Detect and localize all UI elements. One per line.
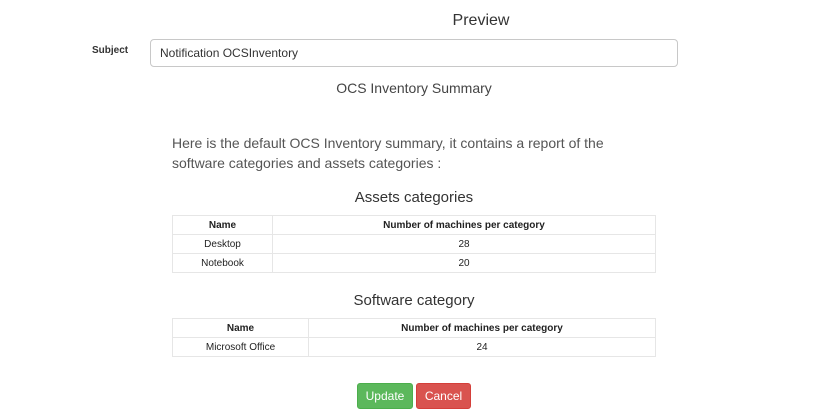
category-name-cell: Desktop xyxy=(172,234,273,254)
summary-heading: OCS Inventory Summary xyxy=(336,80,492,96)
subject-label: Subject xyxy=(92,45,129,56)
table-row: Desktop 28 xyxy=(172,234,656,254)
column-header-count: Number of machines per category xyxy=(272,215,656,235)
table-row: Microsoft Office 24 xyxy=(172,337,656,357)
assets-categories-table: Name Number of machines per category Des… xyxy=(172,215,656,273)
notification-preview-page: Preview Subject OCS Inventory Summary He… xyxy=(0,0,828,420)
column-header-count: Number of machines per category xyxy=(308,318,656,338)
software-category-table: Name Number of machines per category Mic… xyxy=(172,318,656,357)
update-button[interactable]: Update xyxy=(357,383,413,409)
preview-title-wrap: Preview xyxy=(0,12,828,30)
assets-categories-title: Assets categories xyxy=(354,189,474,206)
machine-count-cell: 20 xyxy=(272,253,656,273)
preview-title: Preview xyxy=(452,12,510,29)
category-name-cell: Notebook xyxy=(172,253,273,273)
subject-input[interactable] xyxy=(150,39,678,67)
cancel-button[interactable]: Cancel xyxy=(416,383,471,409)
table-row: Notebook 20 xyxy=(172,253,656,273)
table-header-row: Name Number of machines per category xyxy=(172,215,656,235)
machine-count-cell: 24 xyxy=(308,337,656,357)
machine-count-cell: 28 xyxy=(272,234,656,254)
table-header-row: Name Number of machines per category xyxy=(172,318,656,338)
column-header-name: Name xyxy=(172,215,273,235)
summary-intro-text: Here is the default OCS Inventory summar… xyxy=(172,135,604,171)
category-name-cell: Microsoft Office xyxy=(172,337,309,357)
software-category-title: Software category xyxy=(353,292,475,309)
column-header-name: Name xyxy=(172,318,309,338)
